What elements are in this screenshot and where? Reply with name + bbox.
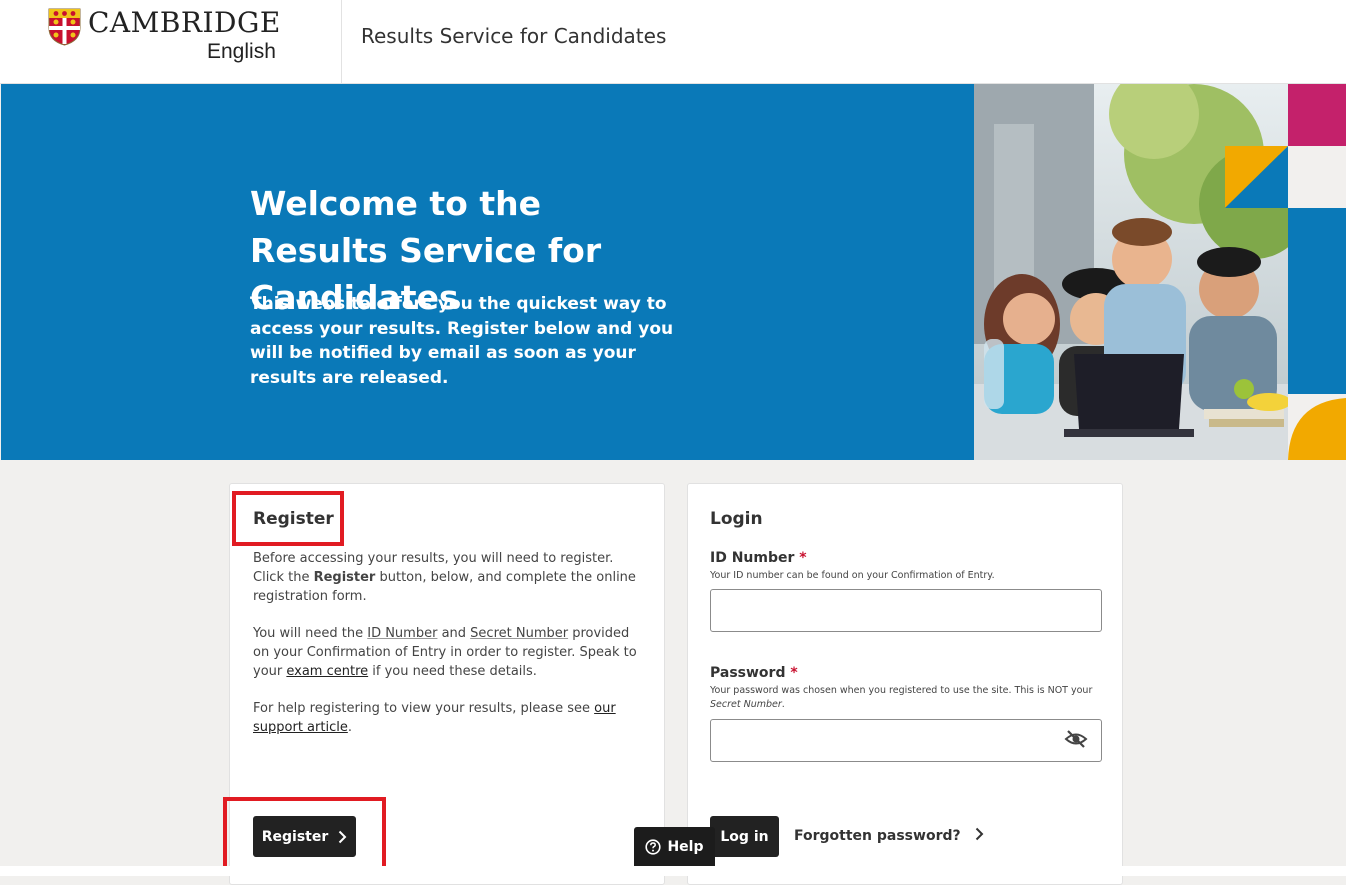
header-title: Results Service for Candidates [361,24,667,48]
id-number-term: ID Number [367,626,438,641]
secret-number-emphasis: Secret Number [710,699,782,710]
triangle-accent-icon [1225,146,1288,208]
header-divider [341,0,342,83]
password-label-text: Password [710,665,786,681]
eye-off-icon[interactable] [1064,729,1088,749]
register-instructions: Before accessing your results, you will … [253,549,643,606]
register-requirements: You will need the ID Number and Secret N… [253,624,643,681]
id-number-hint: Your ID number can be found on your Conf… [710,570,995,581]
cambridge-crest-icon [48,8,81,46]
question-circle-icon [645,838,662,855]
register-heading-highlight [232,491,344,546]
required-indicator: * [790,665,798,681]
decorative-shapes [1288,84,1346,460]
login-button[interactable]: Log in [710,816,779,857]
exam-centre-link[interactable]: exam centre [286,664,368,679]
register-button-highlight [223,797,386,875]
cambridge-english-logo[interactable]: CAMBRIDGE English [48,6,338,76]
login-card: Login ID Number * Your ID number can be … [687,483,1123,885]
text-segment: For help registering to view your result… [253,701,595,716]
students-photo [974,84,1288,460]
hero-description: This website offers you the quickest way… [250,294,674,388]
text-segment: Your password was chosen when you regist… [710,685,1093,696]
register-bold-text: Register [313,570,376,585]
text-segment: . [347,720,352,735]
forgotten-password-label: Forgotten password? [794,828,961,844]
id-number-input[interactable] [710,589,1102,632]
help-label: Help [667,838,704,855]
password-hint: Your password was chosen when you regist… [710,684,1110,712]
brand-name: CAMBRIDGE [88,6,281,39]
password-label: Password * [710,665,798,681]
site-header: CAMBRIDGE English Results Service for Ca… [0,0,1346,84]
id-number-label: ID Number * [710,550,807,566]
text-segment: and [437,626,471,641]
login-heading: Login [710,509,763,529]
secret-number-term: Secret Number [470,626,569,641]
page-footer-strip [0,866,1346,876]
id-number-label-text: ID Number [710,550,795,566]
chevron-right-icon [975,827,983,841]
text-segment: . [781,699,785,710]
brand-subtitle: English [207,40,276,63]
text-segment: You will need the [253,626,368,641]
hero-banner: Welcome to the Results Service for Candi… [1,84,974,460]
required-indicator: * [799,550,807,566]
register-help-text: For help registering to view your result… [253,699,643,737]
help-button[interactable]: Help [634,827,715,866]
text-segment: if you need these details. [368,664,537,679]
forgotten-password-link[interactable]: Forgotten password? [794,827,984,844]
password-input[interactable] [710,719,1102,762]
